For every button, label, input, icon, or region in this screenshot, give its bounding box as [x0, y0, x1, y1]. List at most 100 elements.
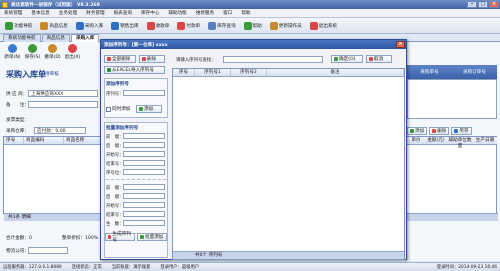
right-grid-header: 采购单号 采购订单号: [407, 65, 497, 79]
add-row-button[interactable]: 添加: [407, 127, 428, 135]
toolbar-payment-button[interactable]: 付款单: [174, 19, 203, 32]
end-no-input[interactable]: [123, 160, 165, 166]
menu-window[interactable]: 窗口: [223, 10, 232, 16]
item-grid-header-right: 单价 金额(元) 辅助单位数量 生产日期: [407, 137, 497, 149]
ok-button[interactable]: 确定(O): [331, 55, 363, 63]
pay-icon: [177, 21, 186, 30]
menu-business[interactable]: 业务处理: [59, 10, 77, 16]
toolbar-purchase-button[interactable]: 采购入库: [73, 19, 106, 32]
status-account: 当前账套：演示账套: [111, 265, 151, 270]
plus-icon: [410, 129, 414, 133]
toolbar-stock-query-button[interactable]: 库存查询: [205, 19, 238, 32]
cancel-button[interactable]: 取消: [366, 55, 392, 63]
menu-service[interactable]: 维修服务: [196, 10, 214, 16]
delete-row-button[interactable]: 删除: [429, 127, 450, 135]
new-icon: [8, 44, 17, 53]
status-user: 登录用户：超级用户: [160, 265, 200, 270]
revoke-button[interactable]: 撤单(D): [44, 44, 61, 60]
right-grid-body[interactable]: [407, 79, 497, 119]
total-amount: 合计金额：0: [6, 236, 32, 241]
count-label: 生 数：: [106, 222, 124, 227]
toolbar-operator-button[interactable]: 更新操作员: [267, 19, 305, 32]
logistics-field[interactable]: [28, 247, 68, 254]
start2-input[interactable]: [123, 202, 165, 208]
menu-stock[interactable]: 库存中心: [141, 10, 159, 16]
toolbar-help-button[interactable]: 帮助: [241, 19, 265, 32]
grid-actions: 添加 删除 另存: [407, 127, 472, 135]
form-status: 待审核: [45, 72, 59, 77]
exit-form-button[interactable]: 退出(X): [64, 44, 81, 60]
serial-search-input[interactable]: [223, 56, 323, 63]
toolbar-goods-button[interactable]: 商品信息: [37, 19, 70, 32]
new-button[interactable]: 新单(N): [4, 44, 21, 60]
prefix-input[interactable]: [123, 133, 165, 139]
form-actions: 新单(N) 保存(S) 撤单(D) 退出(X): [4, 44, 81, 60]
search-label: 请输入序列号查找：: [176, 58, 216, 63]
import-excel-button[interactable]: 从EXCEL导入序列号: [104, 66, 165, 74]
cart-in-icon: [75, 21, 84, 30]
serial-grid[interactable]: 序号 序列号1 序列号2 备注 共0个 序列号: [172, 68, 405, 260]
start-no-input[interactable]: [123, 151, 165, 157]
single-add-title: 添加序列号: [106, 82, 129, 87]
exit-icon: [68, 44, 77, 53]
col-serial-1: 序列号1: [195, 69, 231, 76]
dialog-title: 添加序列号：[第一仓库] xxxx: [104, 42, 168, 48]
add-serial-button[interactable]: 添加: [136, 105, 162, 113]
menu-tools[interactable]: 辅助功能: [168, 10, 186, 16]
save-icon: [454, 129, 459, 133]
suffix-input[interactable]: [123, 142, 165, 148]
tab-goods[interactable]: 商品信息: [41, 34, 70, 42]
batch-add-button[interactable]: 批量添加: [137, 233, 167, 241]
toolbar-sales-button[interactable]: 销售出库: [108, 19, 141, 32]
excel-icon: [107, 68, 111, 72]
remark-field[interactable]: [28, 101, 98, 108]
toolbar-receipt-button[interactable]: 收款单: [144, 19, 173, 32]
plus-icon: [139, 107, 143, 111]
serial-input[interactable]: [123, 90, 165, 96]
end-no-label: 结束号：: [106, 162, 124, 167]
logistics-label: 物流公司：: [6, 249, 29, 254]
col-serial-remark: 备注: [267, 69, 404, 76]
delete-all-button[interactable]: 全部删除: [104, 55, 136, 63]
generate-icon: [108, 235, 112, 239]
tab-navigation[interactable]: 系统功能导航: [3, 34, 41, 42]
col-amount: 金额(元): [427, 138, 445, 143]
save-as-button[interactable]: 另存: [451, 127, 472, 135]
menu-help[interactable]: 帮助: [241, 10, 250, 16]
simultaneous-add-checkbox[interactable]: 同时添加: [106, 106, 130, 112]
start2-label: 开始号：: [106, 204, 124, 209]
menu-system[interactable]: 系统管理: [4, 10, 22, 16]
tab-purchase[interactable]: 采购入库: [70, 34, 100, 42]
count-input[interactable]: [123, 220, 165, 226]
discount: 整单折扣：100%: [62, 236, 99, 241]
close-button[interactable]: ×: [489, 1, 499, 8]
digits-input[interactable]: [123, 169, 165, 175]
menu-basic[interactable]: 基本信息: [31, 10, 49, 16]
delete-button[interactable]: 删除: [139, 55, 165, 63]
maximize-button[interactable]: □: [478, 1, 488, 8]
end2-input[interactable]: [123, 211, 165, 217]
form-title: 采购入库单: [6, 70, 46, 79]
col-purchase-no: 采购单号: [420, 70, 439, 75]
generate-serial-button[interactable]: 生成序列号: [105, 232, 135, 243]
end2-label: 结束号：: [106, 213, 124, 218]
minimize-button[interactable]: –: [467, 1, 477, 8]
toolbar-exit-button[interactable]: 退出系统: [307, 19, 340, 32]
menu-bar: 系统管理 基本信息 业务处理 财务管理 报表查询 库存中心 辅助功能 维修服务 …: [0, 9, 500, 18]
warehouse-label: 采购仓库：: [6, 129, 29, 134]
suffix2-input[interactable]: [123, 193, 165, 199]
col-aux-qty: 辅助单位数量: [448, 138, 472, 149]
menu-finance[interactable]: 财务管理: [86, 10, 104, 16]
toolbar-nav-button[interactable]: 功能导航: [2, 19, 35, 32]
save-button[interactable]: 保存(S): [24, 44, 41, 60]
payable-field[interactable]: 应付款：0.00: [34, 127, 86, 134]
suffix2-label: 后 缀：: [106, 195, 124, 200]
status-server: 远程服务器：127.0.0.1:8089: [3, 265, 62, 270]
col-serial-index: 序号: [173, 69, 195, 76]
supplier-field[interactable]: 上海供应商XXX: [28, 90, 98, 97]
help-icon: [243, 21, 252, 30]
invoice-label: 发票类型：: [6, 118, 29, 123]
menu-reports[interactable]: 报表查询: [114, 10, 132, 16]
prefix2-input[interactable]: [123, 184, 165, 190]
dialog-close-button[interactable]: ×: [396, 41, 405, 48]
